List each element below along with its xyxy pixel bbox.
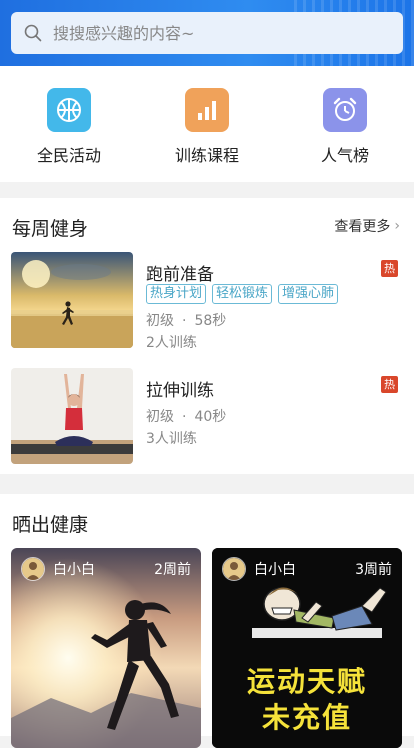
post-card-talent-meme[interactable]: 白小白 3周前 运动天赋 未充值: [212, 548, 402, 748]
top-header: [0, 0, 414, 66]
quick-entry-popular[interactable]: 人气榜: [276, 66, 414, 182]
quick-entry-label: 人气榜: [320, 146, 369, 165]
avatar[interactable]: [222, 557, 246, 581]
section-title: 晒出健康: [12, 514, 89, 536]
quick-entry-courses[interactable]: 训练课程: [138, 66, 276, 182]
course-tag: 增强心肺: [278, 284, 339, 304]
course-title: 拉伸训练: [146, 381, 214, 401]
course-tag: 热身计划: [146, 284, 207, 304]
course-thumbnail-runner: [11, 252, 133, 348]
post-username: 白小白: [53, 562, 95, 578]
post-card-sunset-run[interactable]: 白小白 2周前: [11, 548, 201, 748]
post-header: 白小白 3周前: [212, 548, 402, 590]
course-level-duration: 初级 · 58秒: [146, 313, 227, 329]
hot-badge: 热: [381, 376, 398, 393]
post-header: 白小白 2周前: [11, 548, 201, 590]
section-title: 每周健身: [12, 218, 89, 240]
view-more-label: 查看更多: [334, 219, 391, 235]
course-tags: 热身计划 轻松锻炼 增强心肺: [146, 284, 339, 304]
course-title: 跑前准备: [146, 265, 214, 285]
search-input[interactable]: [51, 22, 385, 44]
alarm-clock-icon: [323, 88, 367, 132]
post-time: 2周前: [154, 562, 191, 578]
show-health-section: 晒出健康 白小白 2周前 白小白 3周前 运动天赋 未充值: [0, 494, 414, 748]
search-bar[interactable]: [11, 12, 403, 54]
course-trainees: 3人训练: [146, 431, 197, 447]
course-level-duration: 初级 · 40秒: [146, 409, 227, 425]
search-icon: [24, 24, 42, 42]
post-time: 3周前: [355, 562, 392, 578]
quick-entry-label: 全民活动: [36, 146, 101, 165]
course-item-warmup[interactable]: 跑前准备 热 热身计划 轻松锻炼 增强心肺 初级 · 58秒 2人训练: [0, 252, 414, 351]
quick-entry-activities[interactable]: 全民活动: [0, 66, 138, 182]
post-caption-line2: 未充值: [261, 701, 352, 734]
course-thumbnail-yoga: [11, 368, 133, 464]
hot-badge: 热: [381, 260, 398, 277]
course-duration: 58秒: [194, 313, 227, 329]
quick-entry-label: 训练课程: [174, 146, 239, 165]
post-caption-line1: 运动天赋: [246, 665, 367, 698]
course-level: 初级: [146, 409, 174, 425]
course-trainees: 2人训练: [146, 335, 197, 351]
view-more-link[interactable]: 查看更多 ›: [334, 216, 400, 236]
course-item-stretch[interactable]: 拉伸训练 热 初级 · 40秒 3人训练: [0, 368, 414, 464]
bar-chart-icon: [185, 88, 229, 132]
chevron-right-icon: ›: [394, 218, 400, 234]
post-username: 白小白: [254, 562, 296, 578]
course-tag: 轻松锻炼: [212, 284, 273, 304]
course-level: 初级: [146, 313, 174, 329]
avatar[interactable]: [21, 557, 45, 581]
course-duration: 40秒: [194, 409, 227, 425]
basketball-icon: [47, 88, 91, 132]
quick-entry-bar: 全民活动 训练课程 人气榜: [0, 66, 414, 182]
weekly-fitness-section: 每周健身 查看更多 › 跑前准备 热 热身计划 轻松锻炼 增强心肺 初级 · 5…: [0, 198, 414, 474]
